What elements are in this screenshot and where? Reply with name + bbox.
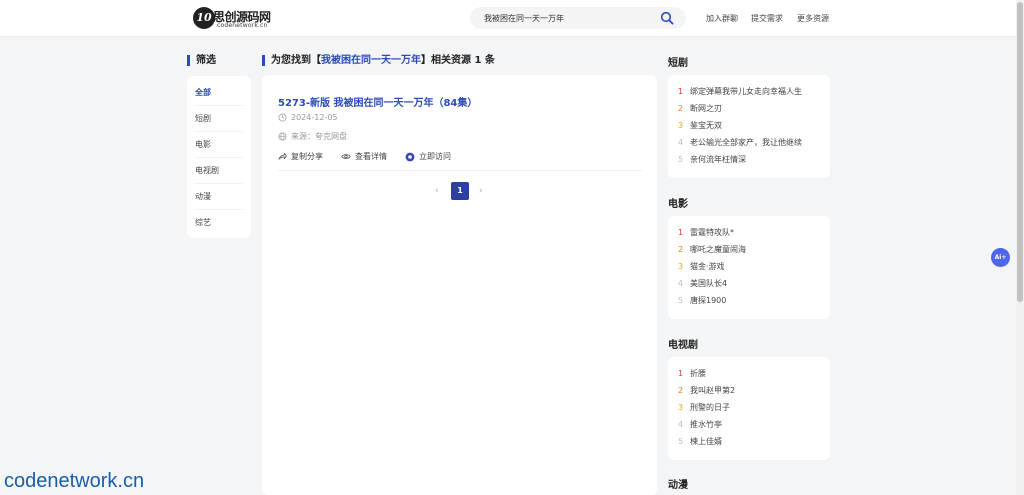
nav-more-resources[interactable]: 更多资源 [797,13,829,24]
resource-date-text: 2024-12-05 [291,113,338,122]
rank-item-label: 我叫赵甲第2 [690,386,736,395]
rank-list-movie: 1 雷霆特攻队* 2 哪吒之魔童闹海 3 猫金·游戏 4 美国队长4 5 唐探1900 [668,216,830,319]
scrollbar-thumb[interactable] [1017,2,1023,302]
top-header: 10 思创源码网 codenetwork.cn 加入群聊 提交需求 更多资源 [0,0,1016,37]
result-title-prefix: 为您找到【 [271,55,321,66]
pager-current-page[interactable]: 1 [451,182,469,200]
filter-item-tv-series[interactable]: 电视剧 [195,158,243,184]
rank-number: 1 [678,87,684,96]
rank-item-label: 推水竹亭 [690,420,722,429]
search-box [470,7,686,29]
rank-item[interactable]: 3 鉴宝无双 [678,117,820,134]
search-input[interactable] [484,11,654,25]
nav-submit-request[interactable]: 提交需求 [751,13,783,24]
result-keyword: 我被困在同一天一万年 [321,55,421,66]
rank-number: 5 [678,296,684,305]
rank-item[interactable]: 4 推水竹亭 [678,416,820,433]
globe-icon [278,132,287,141]
ai-assistant-button[interactable]: Ai+ [991,248,1010,267]
clock-icon [278,113,287,122]
resource-date: 2024-12-05 [278,113,338,122]
rank-item-label: 鉴宝无双 [690,121,722,130]
rank-number: 2 [678,386,684,395]
resource-title-link[interactable]: 5273-新版 我被困在同一天一万年（84集） [278,94,477,109]
filter-item-anime[interactable]: 动漫 [195,184,243,210]
filter-item-variety[interactable]: 综艺 [195,210,243,236]
logo-domain: codenetwork.cn [217,22,268,29]
rank-item[interactable]: 3 猫金·游戏 [678,258,820,275]
rank-number: 3 [678,262,684,271]
rank-number: 4 [678,279,684,288]
rank-item-label: 唐探1900 [690,296,727,305]
rank-item-label: 雷霆特攻队* [690,228,734,237]
filter-item-short-drama[interactable]: 短剧 [195,106,243,132]
rank-item[interactable]: 1 绑定弹幕我带儿女走向幸福人生 [678,83,820,100]
resource-actions: 复制分享 查看详情 立即访问 [278,151,642,171]
rank-item-label: 猫金·游戏 [690,262,725,271]
watermark: codenetwork.cn [4,470,145,492]
rank-number: 4 [678,138,684,147]
rank-number: 4 [678,420,684,429]
rank-number: 3 [678,403,684,412]
rank-item[interactable]: 5 楝上佳婿 [678,433,820,450]
result-card: 5273-新版 我被困在同一天一万年（84集） 2024-12-05 来源：夸克… [262,75,657,495]
section-title-short-drama: 短剧 [668,58,688,69]
rank-number: 5 [678,437,684,446]
resource-source: 来源：夸克网盘 [278,131,347,142]
rank-item-label: 美国队长4 [690,279,728,288]
section-title-anime: 动漫 [668,480,688,491]
filter-item-all[interactable]: 全部 [195,80,243,106]
rank-item[interactable]: 4 老公输光全部家产，我让他继续 [678,134,820,151]
pager-next-icon[interactable]: › [479,186,483,196]
rank-item-label: 哪吒之魔童闹海 [690,245,746,254]
share-icon [278,152,287,160]
copy-share-button[interactable]: 复制分享 [278,151,323,162]
rank-item[interactable]: 3 刑警的日子 [678,399,820,416]
rank-item-label: 绑定弹幕我带儿女走向幸福人生 [690,87,802,96]
visit-icon [405,152,415,161]
pager-prev-icon[interactable]: ‹ [435,186,439,196]
rank-item-label: 断网之刃 [690,104,722,113]
filter-title: 筛选 [187,55,216,66]
rank-number: 2 [678,245,684,254]
filter-item-movie[interactable]: 电影 [195,132,243,158]
filter-list: 全部 短剧 电影 电视剧 动漫 综艺 [187,76,251,238]
rank-item[interactable]: 5 亲何流年枉情深 [678,151,820,168]
rank-number: 5 [678,155,684,164]
rank-number: 1 [678,228,684,237]
rank-item[interactable]: 4 美国队长4 [678,275,820,292]
visit-now-button[interactable]: 立即访问 [405,151,451,162]
logo-mark: 10 [193,7,215,29]
rank-item[interactable]: 2 我叫赵甲第2 [678,382,820,399]
view-details-button[interactable]: 查看详情 [341,151,387,162]
site-logo[interactable]: 10 思创源码网 codenetwork.cn [193,7,283,31]
rank-item-label: 亲何流年枉情深 [690,155,746,164]
rank-item[interactable]: 2 哪吒之魔童闹海 [678,241,820,258]
rank-item-label: 楝上佳婿 [690,437,722,446]
rank-item-label: 折腰 [690,369,706,378]
rank-list-tv-series: 1 折腰 2 我叫赵甲第2 3 刑警的日子 4 推水竹亭 5 楝上佳婿 [668,357,830,460]
rank-item[interactable]: 5 唐探1900 [678,292,820,309]
view-details-label: 查看详情 [355,152,387,161]
nav-join-group[interactable]: 加入群聊 [706,13,738,24]
rank-item[interactable]: 1 折腰 [678,365,820,382]
rank-item[interactable]: 2 断网之刃 [678,100,820,117]
result-title: 为您找到【我被困在同一天一万年】相关资源 1 条 [262,55,495,66]
result-title-suffix: 】相关资源 1 条 [421,55,495,66]
rank-item-label: 老公输光全部家产，我让他继续 [690,138,802,147]
section-title-tv-series: 电视剧 [668,340,698,351]
rank-list-short-drama: 1 绑定弹幕我带儿女走向幸福人生 2 断网之刃 3 鉴宝无双 4 老公输光全部家产，我让… [668,75,830,178]
rank-number: 3 [678,121,684,130]
rank-item[interactable]: 1 雷霆特攻队* [678,224,820,241]
rank-number: 1 [678,369,684,378]
eye-icon [341,154,351,159]
rank-number: 2 [678,104,684,113]
rank-item-label: 刑警的日子 [690,403,730,412]
visit-now-label: 立即访问 [419,152,451,161]
resource-source-text: 来源：夸克网盘 [291,132,347,141]
copy-share-label: 复制分享 [291,152,323,161]
section-title-movie: 电影 [668,199,688,210]
search-icon[interactable] [660,11,674,25]
